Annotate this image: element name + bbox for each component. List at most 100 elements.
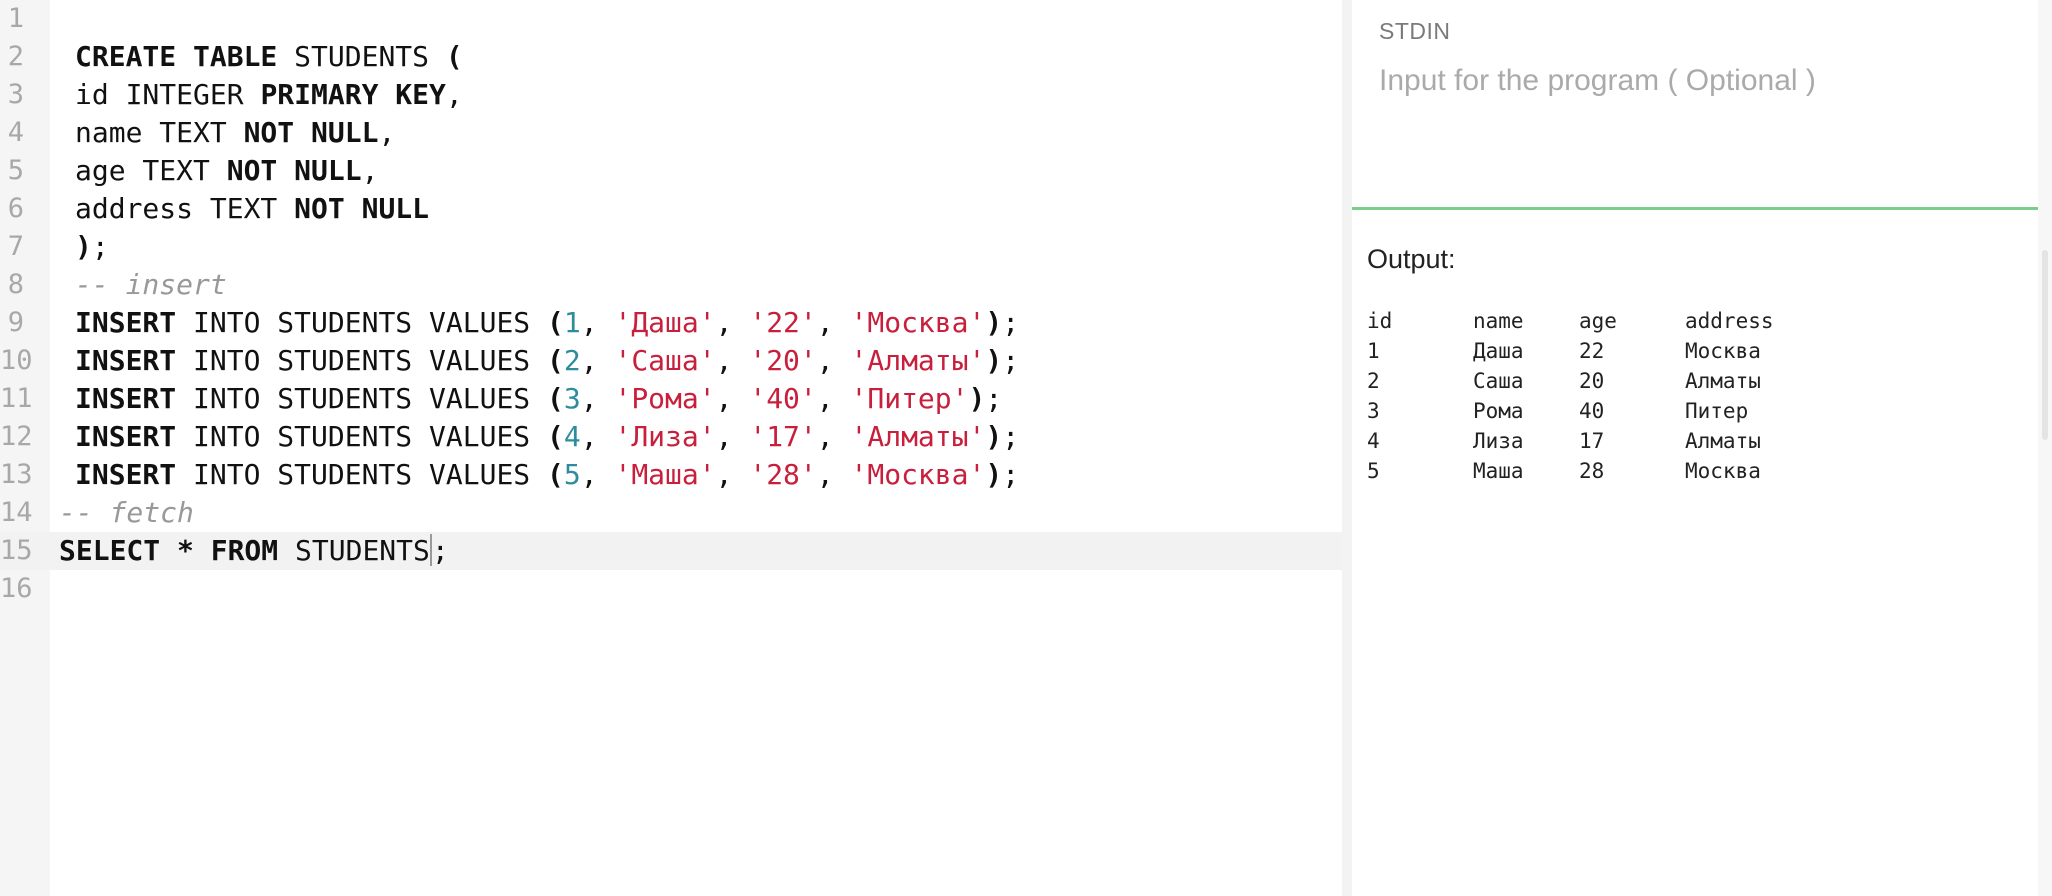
- line-number: 2: [7, 41, 24, 72]
- line-number: 10: [0, 345, 33, 376]
- code-token: ,: [715, 344, 750, 377]
- output-table: id name age address 1 Даша 22 Москва 2 Саша 20…: [1367, 306, 1845, 486]
- code-line[interactable]: 13 INSERT INTO STUDENTS VALUES (5, 'Маша'…: [0, 456, 1342, 494]
- line-number: 15: [0, 535, 33, 566]
- code-token: ,: [580, 344, 615, 377]
- code-token: ): [985, 344, 1003, 377]
- line-number: 6: [7, 193, 24, 224]
- code-token: INTO STUDENTS VALUES: [176, 420, 548, 453]
- code-token: 'Алматы': [850, 420, 986, 453]
- stdin-output-separator: [1352, 207, 2038, 210]
- code-token: ,: [715, 306, 750, 339]
- line-number: 8: [7, 269, 24, 300]
- line-number: 4: [7, 117, 24, 148]
- code-text: id INTEGER PRIMARY KEY,: [75, 76, 463, 114]
- code-line[interactable]: 2 CREATE TABLE STUDENTS (: [0, 38, 1342, 76]
- line-number: 11: [0, 383, 33, 414]
- code-line[interactable]: 15 SELECT * FROM STUDENTS;: [0, 532, 1342, 570]
- code-token: ): [985, 306, 1003, 339]
- code-text: INSERT INTO STUDENTS VALUES (4, 'Лиза', …: [75, 418, 1019, 456]
- code-token: 'Саша': [614, 344, 716, 377]
- code-token: 5: [563, 458, 581, 491]
- code-line[interactable]: 9 INSERT INTO STUDENTS VALUES (1, 'Даша',…: [0, 304, 1342, 342]
- output-cell: Даша: [1473, 339, 1524, 363]
- code-token: ;: [431, 534, 449, 567]
- output-cell: 5: [1367, 459, 1380, 483]
- code-text: CREATE TABLE STUDENTS (: [75, 38, 463, 76]
- code-line[interactable]: 12 INSERT INTO STUDENTS VALUES (4, 'Лиза'…: [0, 418, 1342, 456]
- output-cell: Саша: [1473, 369, 1524, 393]
- code-token: (: [547, 458, 564, 491]
- code-token: NOT NULL: [243, 116, 379, 149]
- stdin-input[interactable]: [1379, 64, 2019, 204]
- code-token: 2: [563, 344, 581, 377]
- code-line[interactable]: 16: [0, 570, 1342, 608]
- code-token: (: [547, 344, 564, 377]
- code-line[interactable]: 1: [0, 0, 1342, 38]
- line-number: 7: [7, 231, 24, 262]
- code-line[interactable]: 5 age TEXT NOT NULL,: [0, 152, 1342, 190]
- code-token: 4: [563, 420, 581, 453]
- code-token: (: [547, 382, 564, 415]
- code-line[interactable]: 10 INSERT INTO STUDENTS VALUES (2, 'Саша'…: [0, 342, 1342, 380]
- code-token: 'Питер': [850, 382, 969, 415]
- code-token: CREATE TABLE: [75, 40, 278, 73]
- line-number: 12: [0, 421, 33, 452]
- code-token: '17': [749, 420, 817, 453]
- online-sql-compiler: 1 2 CREATE TABLE STUDENTS (3 id INTEGER PRI…: [0, 0, 2052, 896]
- code-token: 'Алматы': [850, 344, 986, 377]
- code-line[interactable]: 8 -- insert: [0, 266, 1342, 304]
- code-token: 'Москва': [850, 306, 986, 339]
- output-header-address: address: [1685, 309, 1774, 333]
- code-token: ;: [1002, 458, 1020, 491]
- code-token: 'Москва': [850, 458, 986, 491]
- code-token: (: [547, 420, 564, 453]
- code-token: SELECT * FROM: [59, 534, 279, 567]
- code-token: ,: [580, 306, 615, 339]
- code-token: ,: [580, 458, 615, 491]
- output-rows: 1 Даша 22 Москва 2 Саша 20 Алматы 3 Рома 40 Питер 4 Л…: [1367, 336, 1845, 486]
- code-token: address TEXT: [75, 192, 295, 225]
- output-cell: Алматы: [1685, 369, 1761, 393]
- pane-divider[interactable]: [1342, 0, 1352, 896]
- output-cell: 20: [1579, 369, 1605, 393]
- code-token: ,: [378, 116, 396, 149]
- output-cell: 1: [1367, 339, 1380, 363]
- code-line[interactable]: 4 name TEXT NOT NULL,: [0, 114, 1342, 152]
- code-token: id INTEGER: [75, 78, 261, 111]
- code-token: ,: [816, 306, 851, 339]
- code-line[interactable]: 6 address TEXT NOT NULL: [0, 190, 1342, 228]
- output-scrollbar[interactable]: [2038, 0, 2052, 896]
- output-scrollbar-thumb[interactable]: [2042, 250, 2048, 440]
- line-number: 3: [7, 79, 24, 110]
- output-header-age: age: [1579, 309, 1617, 333]
- code-line[interactable]: 7);: [0, 228, 1342, 266]
- output-cell: 2: [1367, 369, 1380, 393]
- code-token: ,: [816, 458, 851, 491]
- line-number: 5: [7, 155, 24, 186]
- code-token: ,: [816, 344, 851, 377]
- code-token: 'Лиза': [614, 420, 716, 453]
- output-cell: Алматы: [1685, 429, 1761, 453]
- output-cell: 3: [1367, 399, 1380, 423]
- io-panel: STDIN Output: id name age address 1 Даша 2…: [1352, 0, 2038, 896]
- code-line[interactable]: 14 -- fetch: [0, 494, 1342, 532]
- code-text: address TEXT NOT NULL: [75, 190, 429, 228]
- code-token: (: [445, 40, 463, 73]
- code-token: '40': [749, 382, 817, 415]
- code-token: ,: [580, 420, 615, 453]
- line-number: 16: [0, 573, 33, 604]
- code-token: INTO STUDENTS VALUES: [176, 306, 548, 339]
- code-text: INSERT INTO STUDENTS VALUES (5, 'Маша', …: [75, 456, 1019, 494]
- code-line[interactable]: 3 id INTEGER PRIMARY KEY,: [0, 76, 1342, 114]
- stdin-label: STDIN: [1379, 18, 1451, 44]
- code-editor[interactable]: 1 2 CREATE TABLE STUDENTS (3 id INTEGER PRI…: [0, 0, 1342, 896]
- code-token: INSERT: [75, 306, 177, 339]
- output-cell: Питер: [1685, 399, 1749, 423]
- output-cell: 17: [1579, 429, 1605, 453]
- code-token: STUDENTS: [277, 40, 446, 73]
- code-line[interactable]: 11 INSERT INTO STUDENTS VALUES (3, 'Рома'…: [0, 380, 1342, 418]
- code-token: ;: [1002, 420, 1020, 453]
- code-text: name TEXT NOT NULL,: [75, 114, 395, 152]
- code-token: ;: [1002, 344, 1020, 377]
